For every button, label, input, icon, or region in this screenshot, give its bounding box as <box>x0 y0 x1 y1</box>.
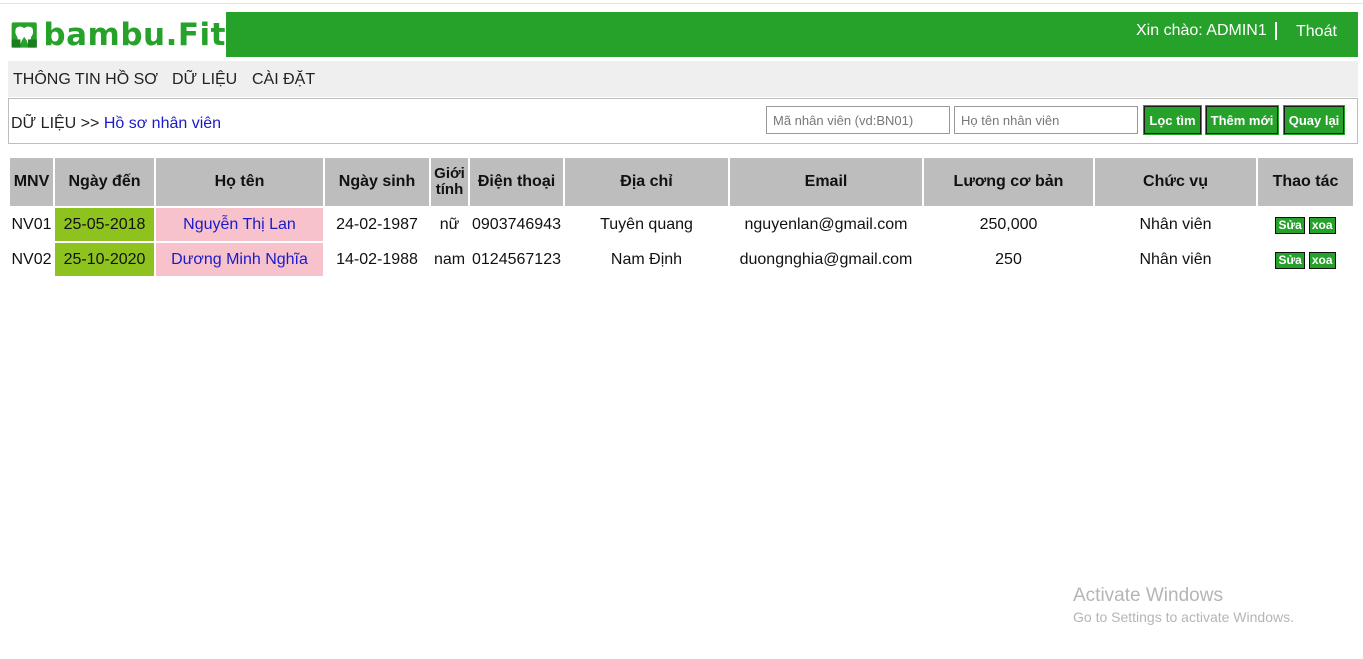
col-header-email: Email <box>730 158 922 206</box>
edit-button[interactable]: Sửa <box>1275 216 1305 234</box>
cell-base-salary: 250,000 <box>979 215 1038 233</box>
activate-windows-title: Activate Windows <box>1073 585 1223 606</box>
cell-email: nguyenlan@gmail.com <box>744 215 908 233</box>
main-menu: THÔNG TIN HỒ SƠ DỮ LIỆU CÀI ĐẶT <box>8 61 1358 97</box>
add-new-button[interactable]: Thêm mới <box>1205 105 1279 135</box>
col-header-phone: Điện thoại <box>470 158 563 206</box>
cell-email: duongnghia@gmail.com <box>739 250 913 268</box>
cell-mnv: NV01 <box>11 215 52 233</box>
menu-item-settings[interactable]: CÀI ĐẶT <box>252 71 315 89</box>
cell-mnv: NV02 <box>11 250 52 268</box>
col-header-full-name: Họ tên <box>156 158 323 206</box>
col-header-base-salary: Lương cơ bản <box>924 158 1093 206</box>
cell-address: Tuyên quang <box>600 215 693 233</box>
breadcrumb-root: DỮ LIỆU >> <box>11 115 100 132</box>
cell-address: Nam Định <box>610 250 683 268</box>
cell-full-name[interactable]: Nguyễn Thị Lan <box>156 208 323 241</box>
breadcrumb-current[interactable]: Hồ sơ nhân viên <box>104 115 221 132</box>
brand-name: bambu.Fit <box>43 16 226 53</box>
breadcrumb: DỮ LIỆU >> Hồ sơ nhân viên <box>11 115 221 133</box>
logo[interactable]: bambu.Fit <box>8 12 226 57</box>
employee-name-input[interactable] <box>954 106 1138 134</box>
table-row: NV02 25-10-2020 Dương Minh Nghĩa 14-02-1… <box>10 243 1353 276</box>
cell-start-date: 25-05-2018 <box>55 208 154 241</box>
delete-button[interactable]: xoa <box>1308 251 1336 269</box>
tooth-logo-icon <box>11 21 37 48</box>
logout-link[interactable]: Thoát <box>1296 23 1337 41</box>
delete-button[interactable]: xoa <box>1308 216 1336 234</box>
col-header-mnv: MNV <box>10 158 53 206</box>
col-header-gender: Giới tính <box>431 158 468 206</box>
menu-item-data[interactable]: DỮ LIỆU <box>172 71 237 89</box>
top-divider <box>0 3 1363 4</box>
table-row: NV01 25-05-2018 Nguyễn Thị Lan 24-02-198… <box>10 208 1353 241</box>
col-header-actions: Thao tác <box>1258 158 1353 206</box>
employee-table: MNV Ngày đến Họ tên Ngày sinh Giới tính … <box>8 156 1355 278</box>
cell-start-date: 25-10-2020 <box>55 243 154 276</box>
toolbar: DỮ LIỆU >> Hồ sơ nhân viên Lọc tìm Thêm … <box>8 98 1358 144</box>
user-greeting: Xin chào: ADMIN1 <box>1136 22 1267 39</box>
cell-actions: Sửa xoa <box>1258 208 1353 241</box>
col-header-start-date: Ngày đến <box>55 158 154 206</box>
cell-gender: nữ <box>439 215 460 233</box>
activate-windows-subtitle: Go to Settings to activate Windows. <box>1073 609 1294 625</box>
cell-phone: 0903746943 <box>472 215 561 233</box>
menu-item-profile-info[interactable]: THÔNG TIN HỒ SƠ <box>13 71 158 89</box>
cell-actions: Sửa xoa <box>1258 243 1353 276</box>
cell-base-salary: 250 <box>995 250 1022 268</box>
table-header-row: MNV Ngày đến Họ tên Ngày sinh Giới tính … <box>10 158 1353 206</box>
cell-birth-date: 24-02-1987 <box>336 215 418 233</box>
header-bar: bambu.Fit Xin chào: ADMIN1 Thoát <box>8 12 1358 57</box>
employee-id-input[interactable] <box>766 106 950 134</box>
col-header-position: Chức vụ <box>1095 158 1256 206</box>
back-button[interactable]: Quay lại <box>1283 105 1345 135</box>
cell-birth-date: 14-02-1988 <box>336 250 418 268</box>
cell-position: Nhân viên <box>1139 215 1212 233</box>
cell-phone: 0124567123 <box>472 250 561 268</box>
cell-position: Nhân viên <box>1139 250 1212 268</box>
filter-button[interactable]: Lọc tìm <box>1143 105 1202 135</box>
col-header-birth-date: Ngày sinh <box>325 158 429 206</box>
edit-button[interactable]: Sửa <box>1275 251 1305 269</box>
cell-full-name[interactable]: Dương Minh Nghĩa <box>156 243 323 276</box>
col-header-address: Địa chỉ <box>565 158 728 206</box>
header-separator <box>1275 22 1277 40</box>
cell-gender: nam <box>433 250 466 268</box>
